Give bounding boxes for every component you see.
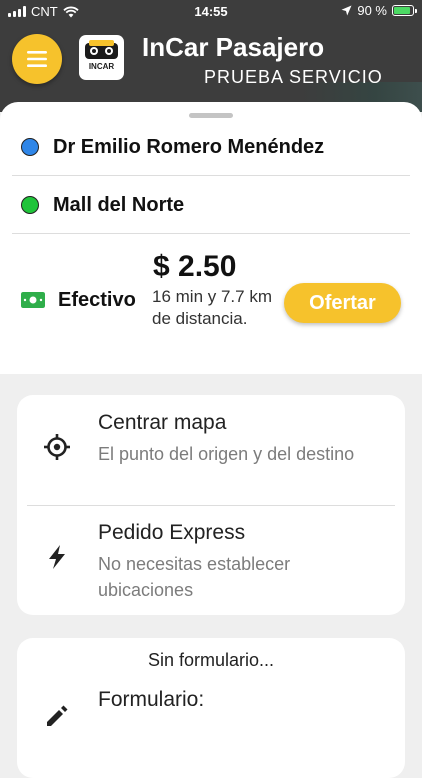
drag-handle[interactable] (189, 113, 233, 118)
origin-address: Dr Emilio Romero Menéndez (53, 135, 325, 158)
form-card: Sin formulario... Formulario: (17, 638, 405, 778)
option-title: Pedido Express (98, 521, 246, 544)
origin-row[interactable]: Dr Emilio Romero Menéndez (12, 119, 410, 176)
express-order-option[interactable]: Pedido Express No necesitas establecer u… (17, 505, 405, 615)
app-subtitle: PRUEBA SERVICIO (204, 67, 383, 87)
trip-sheet: Dr Emilio Romero Menéndez Mall del Norte… (0, 102, 422, 374)
battery-percent: 90 % (357, 3, 387, 18)
logo-text: INCAR (88, 62, 115, 71)
center-map-option[interactable]: Centrar mapa El punto del origen y del d… (17, 395, 405, 505)
form-label: Formulario: (98, 688, 205, 711)
location-arrow-icon (341, 5, 352, 16)
trip-price: $ 2.50 (153, 250, 237, 283)
battery-charging-icon (392, 5, 417, 16)
menu-button[interactable] (12, 34, 62, 84)
app-header: CNT 14:55 90 % INCAR InCar Pasajero PRUE… (0, 0, 422, 112)
app-logo: INCAR (79, 35, 124, 80)
origin-dot-icon (21, 138, 39, 156)
hamburger-menu-icon (27, 51, 47, 67)
payment-method[interactable]: Efectivo (58, 289, 136, 312)
option-description: El punto del origen y del destino (98, 444, 355, 464)
destination-address: Mall del Norte (53, 193, 185, 216)
options-card: Centrar mapa El punto del origen y del d… (17, 395, 405, 615)
pencil-icon[interactable] (43, 702, 71, 730)
cash-icon (21, 292, 45, 308)
offer-button[interactable]: Ofertar (284, 283, 401, 323)
status-bar: CNT 14:55 90 % (0, 0, 422, 24)
option-title: Centrar mapa (98, 411, 227, 434)
option-description: No necesitas establecer ubicaciones (98, 554, 291, 600)
no-form-text: Sin formulario... (147, 650, 275, 670)
destination-dot-icon (21, 196, 39, 214)
trip-eta: 16 min y 7.7 km de distancia. (152, 287, 272, 328)
crosshair-icon (44, 434, 70, 460)
lightning-bolt-icon (49, 545, 65, 569)
app-title: InCar Pasajero (142, 32, 325, 62)
destination-row[interactable]: Mall del Norte (12, 177, 410, 234)
